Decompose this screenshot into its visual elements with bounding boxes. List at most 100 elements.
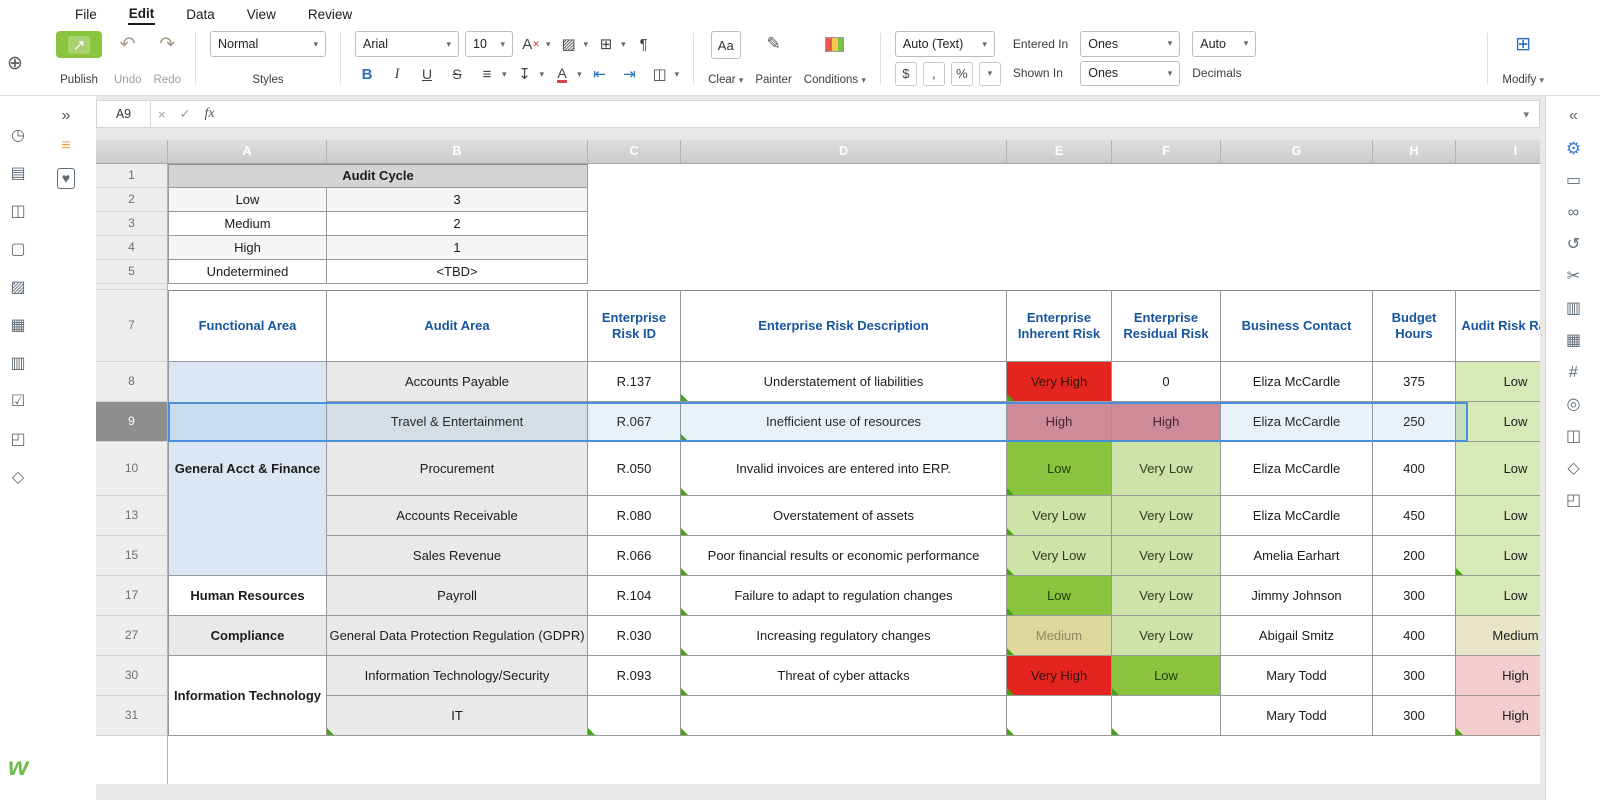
- cell-d13[interactable]: Overstatement of assets: [681, 496, 1007, 536]
- formula-bar-expand-icon[interactable]: ▾: [1513, 108, 1539, 121]
- cell-i15[interactable]: Low: [1456, 536, 1540, 576]
- select-all-corner[interactable]: [96, 140, 168, 164]
- row-header-3[interactable]: 3: [96, 212, 168, 236]
- cell-c31[interactable]: [588, 696, 681, 736]
- cell-b30[interactable]: Information Technology/Security: [327, 656, 588, 696]
- row-header-5[interactable]: 5: [96, 260, 168, 284]
- function-icon[interactable]: fx: [198, 106, 222, 122]
- header-residual-risk[interactable]: Enterprise Residual Risk: [1112, 290, 1221, 362]
- document-icon[interactable]: ▢: [10, 242, 25, 258]
- number-format-more-button[interactable]: ▾: [979, 62, 1001, 86]
- column-header-c[interactable]: C: [588, 140, 681, 164]
- cell-e10[interactable]: Low: [1007, 442, 1112, 496]
- cell-a4[interactable]: High: [168, 236, 327, 260]
- outline-icon[interactable]: ≡: [61, 138, 70, 154]
- shapes-icon[interactable]: ◇: [12, 470, 24, 486]
- cell-a2[interactable]: Low: [168, 188, 327, 212]
- cell-e27[interactable]: Medium: [1007, 616, 1112, 656]
- cell-i9[interactable]: Low: [1456, 402, 1540, 442]
- cell-b17[interactable]: Payroll: [327, 576, 588, 616]
- charts-icon[interactable]: ▥: [1566, 301, 1581, 317]
- cell-c13[interactable]: R.080: [588, 496, 681, 536]
- header-inherent-risk[interactable]: Enterprise Inherent Risk: [1007, 290, 1112, 362]
- confirm-icon[interactable]: ✓: [173, 106, 198, 122]
- fill-color-dropdown[interactable]: ▨ ▾: [557, 31, 589, 57]
- cell-f17[interactable]: Very Low: [1112, 576, 1221, 616]
- undo-button[interactable]: ↶: [116, 31, 140, 57]
- links-icon[interactable]: ∞: [1568, 205, 1579, 221]
- cell-d15[interactable]: Poor financial results or economic perfo…: [681, 536, 1007, 576]
- shown-in-dropdown[interactable]: Ones ▾: [1080, 61, 1180, 87]
- cell-h10[interactable]: 400: [1373, 442, 1456, 496]
- cell-h15[interactable]: 200: [1373, 536, 1456, 576]
- cell-d27[interactable]: Increasing regulatory changes: [681, 616, 1007, 656]
- cell-b10[interactable]: Procurement: [327, 442, 588, 496]
- cell-e31[interactable]: [1007, 696, 1112, 736]
- cell-reference-box[interactable]: A9: [97, 101, 151, 127]
- cell-d17[interactable]: Failure to adapt to regulation changes: [681, 576, 1007, 616]
- cell-h30[interactable]: 300: [1373, 656, 1456, 696]
- cell-g10[interactable]: Eliza McCardle: [1221, 442, 1373, 496]
- menu-file[interactable]: File: [74, 5, 98, 24]
- cell-i31[interactable]: High: [1456, 696, 1540, 736]
- packages-icon[interactable]: ◰: [1566, 493, 1581, 509]
- cell-d30[interactable]: Threat of cyber attacks: [681, 656, 1007, 696]
- cell-f10[interactable]: Very Low: [1112, 442, 1221, 496]
- cell-i8[interactable]: Low: [1456, 362, 1540, 402]
- cell-a17-human-resources[interactable]: Human Resources: [168, 576, 327, 616]
- package-icon[interactable]: ◰: [10, 432, 25, 448]
- cell-b4[interactable]: 1: [327, 236, 588, 260]
- modify-button[interactable]: ⊞: [1511, 31, 1535, 57]
- cell-i10[interactable]: Low: [1456, 442, 1540, 496]
- cell-i27[interactable]: Medium: [1456, 616, 1540, 656]
- cell-g15[interactable]: Amelia Earhart: [1221, 536, 1373, 576]
- cell-a27-compliance[interactable]: Compliance: [168, 616, 327, 656]
- cell-a8-general-acct-finance[interactable]: General Acct & Finance: [168, 362, 327, 576]
- merge-cells-dropdown[interactable]: ◫ ▾: [648, 61, 680, 87]
- header-risk-id[interactable]: Enterprise Risk ID: [588, 290, 681, 362]
- header-business-contact[interactable]: Business Contact: [1221, 290, 1373, 362]
- cell-g27[interactable]: Abigail Smitz: [1221, 616, 1373, 656]
- cell-c17[interactable]: R.104: [588, 576, 681, 616]
- media-icon[interactable]: ▨: [10, 280, 25, 296]
- cell-i13[interactable]: Low: [1456, 496, 1540, 536]
- menu-edit[interactable]: Edit: [128, 4, 156, 25]
- row-header-9-selected[interactable]: 9: [96, 402, 168, 442]
- column-header-i[interactable]: I: [1456, 140, 1540, 164]
- row-header-7[interactable]: 7: [96, 290, 168, 362]
- style-dropdown[interactable]: Normal ▾: [210, 31, 326, 57]
- database-icon[interactable]: ▥: [10, 356, 25, 372]
- italic-button[interactable]: I: [385, 61, 409, 87]
- cell-g31[interactable]: Mary Todd: [1221, 696, 1373, 736]
- header-audit-area[interactable]: Audit Area: [327, 290, 588, 362]
- diamond-icon[interactable]: ◇: [1567, 461, 1579, 477]
- cell-e15[interactable]: Very Low: [1007, 536, 1112, 576]
- cell-g9[interactable]: Eliza McCardle: [1221, 402, 1373, 442]
- clear-format-dropdown[interactable]: A✕ ▾: [519, 31, 551, 57]
- auto-decimals-dropdown[interactable]: Auto ▾: [1192, 31, 1256, 57]
- cell-c9[interactable]: R.067: [588, 402, 681, 442]
- entered-in-dropdown[interactable]: Ones ▾: [1080, 31, 1180, 57]
- checklist-icon[interactable]: ☑: [11, 394, 25, 410]
- cell-a1-audit-cycle-title[interactable]: Audit Cycle: [168, 164, 588, 188]
- font-color-dropdown[interactable]: A ▾: [550, 61, 582, 87]
- column-header-f[interactable]: F: [1112, 140, 1221, 164]
- bold-button[interactable]: B: [355, 61, 379, 87]
- row-header-15[interactable]: 15: [96, 536, 168, 576]
- header-audit-risk-rating[interactable]: Audit Risk Rating: [1456, 290, 1540, 362]
- cell-b3[interactable]: 2: [327, 212, 588, 236]
- tasks-icon[interactable]: ▤: [10, 166, 25, 182]
- attachments-icon[interactable]: #: [1569, 365, 1578, 381]
- tables-icon[interactable]: ▦: [1566, 333, 1581, 349]
- cell-f9[interactable]: High: [1112, 402, 1221, 442]
- percent-button[interactable]: %: [951, 62, 973, 86]
- cell-h17[interactable]: 300: [1373, 576, 1456, 616]
- number-format-dropdown[interactable]: Auto (Text) ▾: [895, 31, 995, 57]
- cell-a3[interactable]: Medium: [168, 212, 327, 236]
- strikethrough-button[interactable]: S: [445, 61, 469, 87]
- row-header-10[interactable]: 10: [96, 442, 168, 496]
- column-header-e[interactable]: E: [1007, 140, 1112, 164]
- cell-g13[interactable]: Eliza McCardle: [1221, 496, 1373, 536]
- menu-data[interactable]: Data: [185, 5, 216, 24]
- row-header-2[interactable]: 2: [96, 188, 168, 212]
